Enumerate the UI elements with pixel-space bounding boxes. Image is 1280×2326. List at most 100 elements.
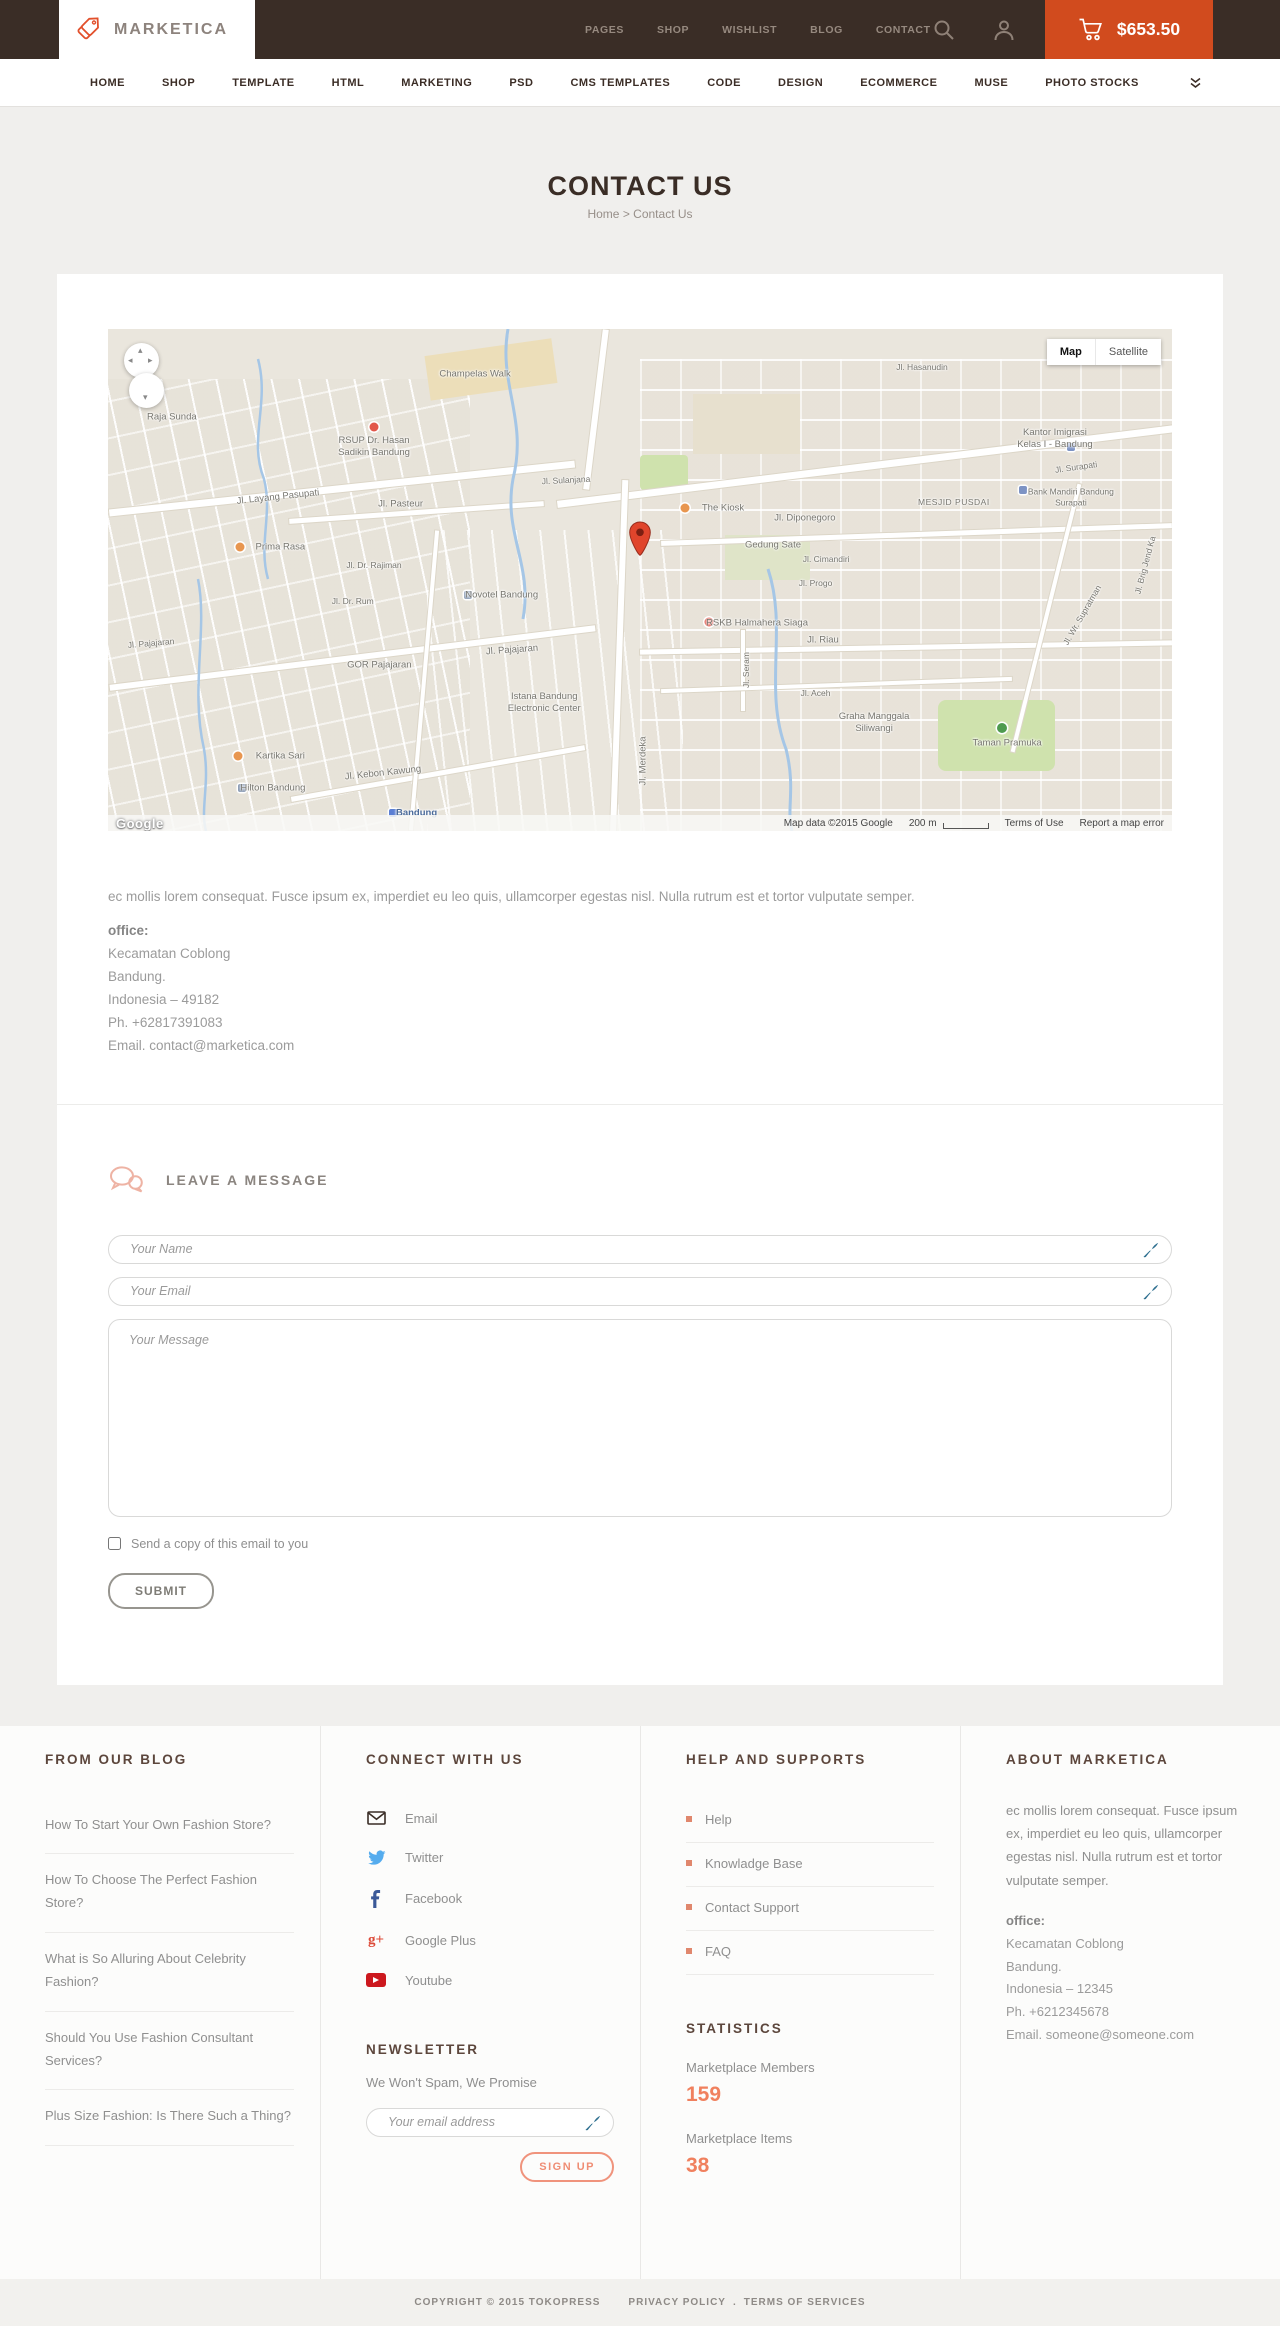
subnav-psd[interactable]: PSD	[509, 77, 533, 89]
map-label: Jl. Pasteur	[378, 498, 424, 510]
map-label: Jl. Merdeka	[637, 736, 649, 786]
office-line: Ph. +6212345678	[1006, 2004, 1110, 2020]
map-label: Jl. Dr. Rum	[331, 596, 374, 607]
map-attribution-bar: Google Map data ©2015 Google 200 m Terms…	[108, 815, 1172, 831]
footer-connect-heading: CONNECT WITH US	[366, 1751, 524, 1767]
statistics-block: STATISTICS Marketplace Members 159 Marke…	[686, 2021, 934, 2178]
page: MARKETICA PAGES SHOP WISHLIST BLOG CONTA…	[0, 0, 1280, 2326]
sign-up-button[interactable]: SIGN UP	[520, 2151, 614, 2182]
topnav-shop[interactable]: SHOP	[657, 24, 689, 36]
map-terms-link[interactable]: Terms of Use	[1005, 818, 1064, 829]
cart-total: $653.50	[1116, 19, 1181, 39]
list-item: Should You Use Fashion Consultant Servic…	[45, 2012, 294, 2091]
topnav-contact[interactable]: CONTACT	[876, 24, 931, 36]
map-report-link[interactable]: Report a map error	[1080, 818, 1164, 829]
map-label: The Kiosk	[701, 502, 745, 514]
footer-help-heading: HELP AND SUPPORTS	[686, 1751, 867, 1767]
blog-link[interactable]: Should You Use Fashion Consultant Servic…	[45, 2030, 253, 2068]
map-type-map-button[interactable]: Map	[1046, 339, 1095, 365]
form-heading: LEAVE A MESSAGE	[166, 1171, 329, 1188]
subnav-html[interactable]: HTML	[332, 77, 365, 89]
list-item: Plus Size Fashion: Is There Such a Thing…	[45, 2090, 294, 2146]
statistics-heading: STATISTICS	[686, 2020, 783, 2036]
social-email[interactable]: Email	[366, 1799, 614, 1838]
submit-button[interactable]: SUBMIT	[108, 1572, 214, 1609]
map-label: Jl. Seram	[741, 652, 752, 689]
send-copy-checkbox[interactable]	[108, 1537, 121, 1551]
terms-link[interactable]: TERMS OF SERVICES	[744, 2297, 866, 2308]
map-marker-icon[interactable]	[628, 521, 652, 562]
map-label: Bank Mandiri Bandung Surapati	[1027, 486, 1114, 508]
social-twitter[interactable]: Twitter	[366, 1838, 614, 1878]
map-label: Kartika Sari	[255, 750, 305, 762]
square-bullet-icon	[686, 1948, 692, 1955]
map-type-satellite-button[interactable]: Satellite	[1094, 339, 1161, 365]
social-google-plus[interactable]: g+ Google Plus	[366, 1920, 614, 1961]
social-facebook[interactable]: Facebook	[366, 1878, 614, 1920]
content-band: CONTACT US Home > Contact Us Champelas W…	[0, 107, 1280, 1726]
stat-value: 159	[686, 2082, 722, 2106]
cart-button[interactable]: $653.50	[1045, 0, 1213, 59]
map-label: Graha Manggala Siliwangi	[838, 711, 910, 735]
stat-label: Marketplace Members	[686, 2059, 815, 2075]
blog-link[interactable]: How To Choose The Perfect Fashion Store?	[45, 1872, 257, 1910]
list-item[interactable]: Contact Support	[686, 1887, 934, 1931]
chevron-double-down-icon[interactable]	[1189, 77, 1202, 89]
send-copy-option[interactable]: Send a copy of this email to you	[108, 1537, 1172, 1551]
social-youtube[interactable]: Youtube	[366, 1961, 614, 2000]
topnav-pages[interactable]: PAGES	[585, 24, 624, 36]
form-header: LEAVE A MESSAGE	[108, 1165, 1172, 1195]
subnav-design[interactable]: DESIGN	[778, 77, 823, 89]
brand-logo[interactable]: MARKETICA	[59, 0, 255, 59]
map-label: Jl. Diponegoro	[774, 512, 836, 524]
help-link: FAQ	[705, 1943, 732, 1959]
blog-link[interactable]: How To Start Your Own Fashion Store?	[45, 1817, 271, 1832]
copyright-bar: COPYRIGHT © 2015 TOKOPRESS PRIVACY POLIC…	[0, 2278, 1280, 2326]
blog-link[interactable]: What is So Alluring About Celebrity Fash…	[45, 1951, 246, 1989]
twitter-icon	[366, 1850, 386, 1866]
list-item[interactable]: Knowladge Base	[686, 1843, 934, 1887]
send-copy-label: Send a copy of this email to you	[131, 1536, 309, 1551]
help-link: Help	[705, 1811, 732, 1827]
user-icon[interactable]	[993, 19, 1015, 41]
square-bullet-icon	[686, 1904, 692, 1911]
subnav-muse[interactable]: MUSE	[974, 77, 1008, 89]
blog-link[interactable]: Plus Size Fashion: Is There Such a Thing…	[45, 2108, 291, 2123]
footer: FROM OUR BLOG How To Start Your Own Fash…	[0, 1725, 1280, 2326]
list-item[interactable]: Help	[686, 1799, 934, 1843]
copyright-dot: .	[732, 2296, 737, 2308]
name-input[interactable]	[108, 1234, 1172, 1264]
map-label: Jl. Cimandiri	[802, 553, 850, 564]
map-label: Novotel Bandung	[465, 589, 539, 601]
google-map[interactable]: Champelas Walk Jl. Hasanudin Raja Sunda …	[108, 329, 1172, 831]
newsletter-email-input[interactable]	[366, 2107, 614, 2137]
subnav-code[interactable]: CODE	[707, 77, 741, 89]
map-label: Gedung Sate	[745, 539, 801, 551]
stat-label: Marketplace Items	[686, 2130, 793, 2146]
map-section: Champelas Walk Jl. Hasanudin Raja Sunda …	[57, 274, 1223, 1104]
subnav-template[interactable]: TEMPLATE	[232, 77, 294, 89]
social-label: Facebook	[405, 1891, 463, 1907]
subnav-ecommerce[interactable]: ECOMMERCE	[860, 77, 937, 89]
top-header: MARKETICA PAGES SHOP WISHLIST BLOG CONTA…	[0, 0, 1280, 59]
email-input[interactable]	[108, 1276, 1172, 1306]
header-icons	[933, 0, 1015, 59]
subnav-marketing[interactable]: MARKETING	[401, 77, 472, 89]
message-input[interactable]	[108, 1318, 1172, 1517]
breadcrumb: Home > Contact Us	[0, 207, 1280, 221]
privacy-policy-link[interactable]: PRIVACY POLICY	[628, 2297, 726, 2308]
subnav-photo-stocks[interactable]: PHOTO STOCKS	[1045, 77, 1139, 89]
subnav-home[interactable]: HOME	[90, 77, 125, 89]
map-label: Jl. Riau	[807, 634, 839, 646]
map-type-switcher: Map Satellite	[1046, 339, 1161, 365]
topnav-blog[interactable]: BLOG	[810, 24, 843, 36]
list-item[interactable]: FAQ	[686, 1931, 934, 1975]
subnav-shop[interactable]: SHOP	[162, 77, 195, 89]
breadcrumb-home[interactable]: Home	[587, 207, 619, 221]
map-zoom-control[interactable]: ▾	[129, 373, 164, 408]
restaurant-icon	[235, 542, 245, 552]
topnav-wishlist[interactable]: WISHLIST	[722, 24, 777, 36]
search-icon[interactable]	[933, 19, 955, 41]
map-label: Istana Bandung Electronic Center	[507, 691, 581, 714]
subnav-cms-templates[interactable]: CMS TEMPLATES	[570, 77, 670, 89]
